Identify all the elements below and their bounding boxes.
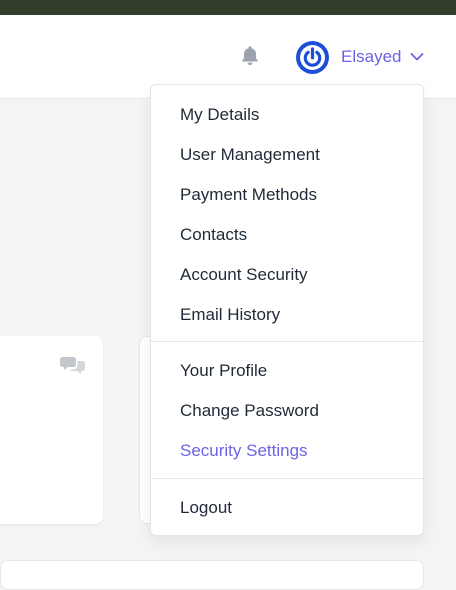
- top-bar: [0, 0, 456, 15]
- username-label[interactable]: Elsayed: [341, 46, 401, 68]
- menu-item-account-security[interactable]: Account Security: [151, 255, 423, 295]
- menu-item-user-management[interactable]: User Management: [151, 135, 423, 175]
- dashboard-card: [0, 336, 103, 524]
- menu-item-payment-methods[interactable]: Payment Methods: [151, 175, 423, 215]
- user-dropdown-menu: My Details User Management Payment Metho…: [150, 84, 424, 536]
- dashboard-card: [0, 560, 424, 590]
- menu-item-security-settings[interactable]: Security Settings: [151, 431, 423, 471]
- bell-icon[interactable]: [238, 44, 262, 68]
- chevron-down-icon[interactable]: [410, 52, 424, 62]
- avatar[interactable]: [296, 41, 329, 74]
- chat-bubbles-icon: [60, 357, 85, 374]
- menu-item-change-password[interactable]: Change Password: [151, 391, 423, 431]
- logout-button[interactable]: Logout: [151, 488, 423, 528]
- menu-item-email-history[interactable]: Email History: [151, 295, 423, 335]
- account-menu-group: My Details User Management Payment Metho…: [151, 95, 423, 335]
- profile-menu-group: Your Profile Change Password Security Se…: [151, 351, 423, 471]
- menu-item-your-profile[interactable]: Your Profile: [151, 351, 423, 391]
- logout-menu-group: Logout: [151, 488, 423, 528]
- menu-item-my-details[interactable]: My Details: [151, 95, 423, 135]
- menu-divider: [151, 341, 423, 342]
- menu-item-contacts[interactable]: Contacts: [151, 215, 423, 255]
- menu-divider: [151, 478, 423, 479]
